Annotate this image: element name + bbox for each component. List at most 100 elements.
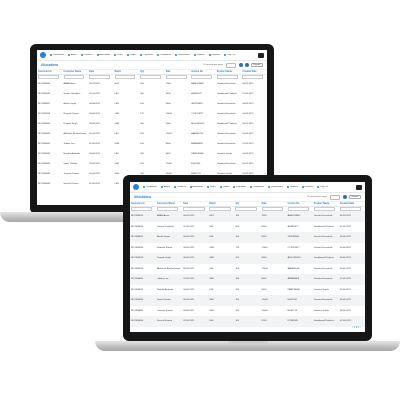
nav-label: Payments (143, 54, 154, 56)
nav-icon (193, 54, 196, 56)
table-cell: 04-06-2021 (89, 103, 101, 105)
export-button[interactable]: Export (250, 63, 263, 67)
table-cell: 200 (235, 225, 240, 228)
table-cell: AAWB6LN4 (287, 267, 300, 270)
table-row[interactable]: INV1568661 Jubilee Lee 07-06-2021 GB8 100 850… (37, 139, 267, 149)
table-cell: AH895GTT (287, 225, 299, 228)
nav-item-features[interactable]: Features (208, 54, 221, 56)
table-cell: INV1568656 (131, 225, 144, 228)
nav-item-dashboard[interactable]: Dashboard (50, 54, 64, 56)
table-row[interactable]: INV1568657 Ankita Gupta 04-06-2021 LB8 100 95… (37, 99, 267, 109)
nav-icon (317, 186, 320, 188)
nav-item-complaints[interactable]: Complaints (250, 186, 264, 188)
table-cell: 100 (235, 278, 240, 281)
pagination[interactable]: < 1 2 3 > (352, 327, 361, 329)
settings-icon[interactable] (244, 63, 249, 67)
table-cell: 200 (235, 257, 240, 260)
table-row[interactable]: INV1568660 Abhishek Bhattacharjee 05-06-20… (37, 129, 267, 139)
table-row[interactable]: INV1568663 Swati Thakkar 05-06-2021 GB6 150 1… (37, 159, 267, 169)
nav-item-payments[interactable]: Payments (233, 186, 246, 188)
table-row[interactable]: INV1568658 Ramesh Kumar 04-06-2021 OB8 170 11… (130, 243, 365, 254)
nav-item-features[interactable]: Features (301, 186, 313, 188)
table-cell: INV1568660 (38, 133, 51, 135)
nav-item-sales[interactable]: Sales (207, 186, 216, 188)
nav-item-products[interactable]: Products (173, 186, 186, 188)
table-row[interactable]: INV1568661 Jubilee Lee 07-06-2021 GB8 100 850… (130, 274, 365, 285)
table-row[interactable]: INV1568655 ABAM Acme 04-03-2021 HD9 100 7500 A… (37, 79, 267, 89)
nav-item-admin[interactable]: Admin (160, 186, 170, 188)
table-cell: INV1568655 (131, 215, 144, 218)
table-cell: 200 (140, 153, 144, 155)
table-row[interactable]: INV1568659 Deepak Singh 06-06-2021 GB8 200 95… (130, 253, 365, 264)
refresh-icon[interactable] (238, 63, 243, 67)
nav-item-sales[interactable]: Sales (114, 54, 123, 56)
table-cell: Jasmine Essentials (216, 143, 236, 145)
table-cell: OB8 (209, 246, 214, 249)
app-logo-icon (40, 52, 46, 58)
table-row[interactable]: INV1568664 Jasmine Kumari 04-06-2021 GB5 200… (130, 306, 365, 317)
table-cell: Abhishek Bhattacharjee (63, 133, 87, 135)
nav-item-logout[interactable]: Log Out (317, 186, 328, 188)
refresh-icon[interactable] (342, 195, 347, 199)
table-cell: 04-06-2021 (183, 288, 195, 291)
table-cell: ABAM Acme (157, 215, 170, 218)
nav-icon (208, 54, 211, 56)
table-cell: INV1568659 (131, 257, 144, 260)
table-cell: GB6 (209, 299, 214, 302)
records-per-page-select[interactable] (329, 194, 340, 200)
table-row[interactable]: INV1568655 ABAM Acme 04-03-2021 HD9 100 7500 A… (130, 211, 365, 222)
table-cell: Swati Thakkar (63, 163, 78, 165)
table-row[interactable]: INV1568656 Suman Goodluck 07-06-2021 LB6 200… (130, 222, 365, 233)
table-row[interactable]: INV1568659 Deepak Singh 06-06-2021 GB8 200 95… (37, 119, 267, 129)
table-cell: 7500 (261, 215, 267, 218)
nav-item-allocations[interactable]: Allocations (189, 186, 204, 188)
table-cell: INV1568665 (131, 320, 144, 323)
table-row[interactable]: INV1568662 Nandini Andrade 04-06-2021 LB6 20… (37, 149, 267, 159)
table-cell: INV1568662 (131, 288, 144, 291)
table-row[interactable]: INV1568660 Abhishek Bhattacharjee 05-06-20… (130, 264, 365, 275)
table-row[interactable]: INV1568657 Ankita Gupta 04-06-2021 LB8 100 95… (130, 232, 365, 243)
nav-label: Features (211, 54, 221, 56)
table-cell: 07-06-2021 (339, 278, 352, 281)
nav-item-products[interactable]: Products (80, 54, 93, 56)
nav-item-allocations[interactable]: Allocations (96, 54, 110, 56)
table-cell: 04-06-2021 (183, 309, 195, 312)
nav-item-dashboard[interactable]: Dashboard (143, 186, 157, 188)
nav-item-admin[interactable]: Admin (67, 54, 77, 56)
table-cell: PAMP46698 (191, 153, 204, 155)
printer-icon[interactable] (258, 52, 264, 58)
table-cell: 05-06-2021 (242, 163, 254, 165)
nav-item-notifications[interactable]: Notifications (175, 54, 190, 56)
table-row[interactable]: INV1568656 Suman Goodluck 07-06-2021 LB6 200… (37, 89, 267, 99)
records-per-page-label: 10 records per page (307, 196, 327, 198)
table-cell: 9500 (165, 93, 171, 95)
table-cell: INV1568657 (38, 103, 51, 105)
nav-item-notifications[interactable]: Notifications (268, 186, 283, 188)
table-cell: Jasmine Essentials (313, 299, 333, 302)
table-cell: D7BE2M5 (287, 320, 298, 323)
nav-label: Payments (236, 186, 247, 188)
nav-icon (286, 186, 289, 188)
nav-item-trades[interactable]: Trades (126, 54, 136, 56)
nav-item-trades[interactable]: Trades (219, 186, 229, 188)
table-row[interactable]: INV1568662 Nandini Andrade 04-06-2021 LB6 20… (130, 285, 365, 296)
nav-item-complaints[interactable]: Complaints (157, 54, 171, 56)
table-cell: AMBM8688 (287, 278, 300, 281)
nav-item-reports[interactable]: Reports (193, 54, 205, 56)
nav-label: Reports (289, 186, 298, 188)
printer-icon[interactable] (356, 184, 362, 190)
table-row[interactable]: INV1568665 Suruchi Kumari 07-06-2021 LB8 100… (130, 316, 365, 327)
table-cell: LB6 (114, 93, 119, 95)
nav-item-logout[interactable]: Log Out (224, 54, 235, 56)
nav-label: Allocations (192, 186, 204, 188)
table-row[interactable]: INV1568663 Swati Thakkar 05-06-2021 GB6 150 1… (130, 295, 365, 306)
nav-item-payments[interactable]: Payments (140, 54, 153, 56)
table-cell: Jubilee Lee (63, 143, 75, 145)
records-per-page-select[interactable] (225, 62, 236, 68)
table-cell: OB8 (114, 113, 120, 115)
nav-item-reports[interactable]: Reports (286, 186, 298, 188)
table-cell: RH87TY6 (287, 309, 298, 312)
export-button[interactable]: Export (348, 195, 361, 199)
table-cell: GB6 (114, 163, 120, 165)
table-row[interactable]: INV1568658 Ramesh Kumar 04-06-2021 OB8 170 11… (37, 109, 267, 119)
